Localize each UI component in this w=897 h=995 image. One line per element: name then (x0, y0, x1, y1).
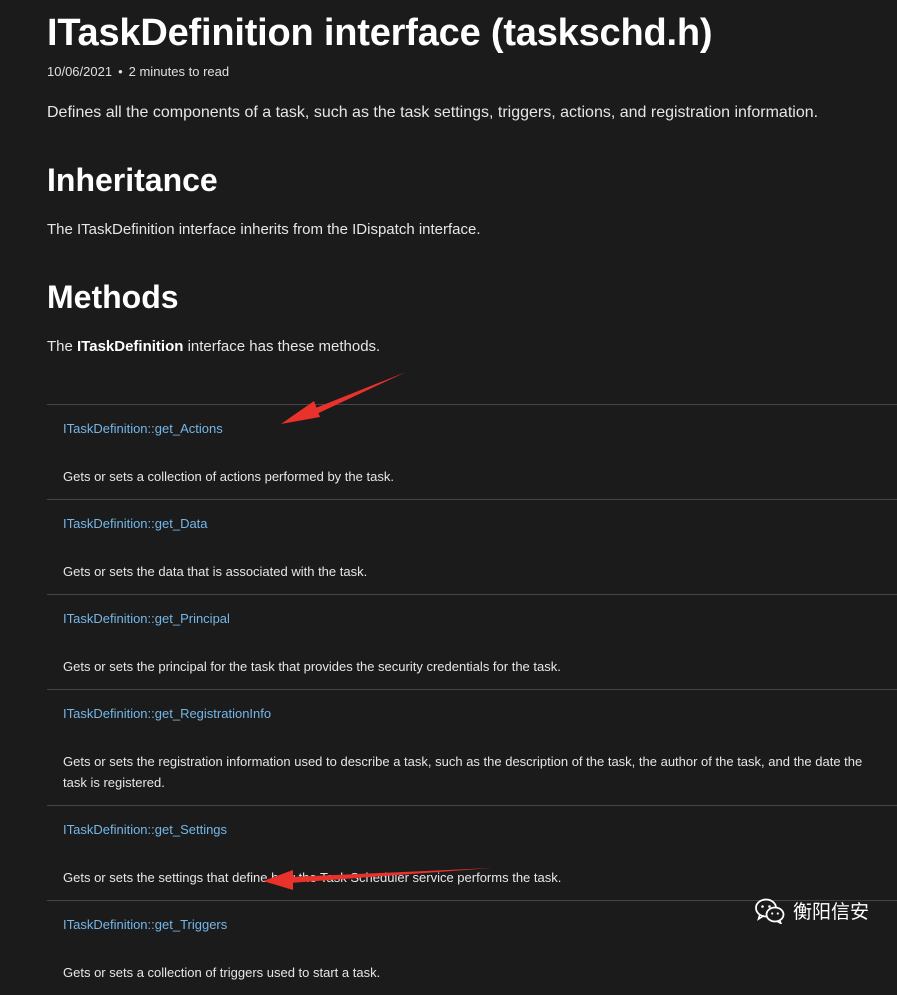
method-cell: ITaskDefinition::get_Data Gets or sets t… (47, 500, 897, 595)
inheritance-heading: Inheritance (47, 162, 218, 199)
method-description: Gets or sets the principal for the task … (63, 656, 881, 677)
method-cell: ITaskDefinition::get_Principal Gets or s… (47, 595, 897, 690)
doc-meta: 10/06/2021 • 2 minutes to read (47, 64, 229, 79)
table-row: ITaskDefinition::get_Actions Gets or set… (47, 405, 897, 500)
method-link-get-data[interactable]: ITaskDefinition::get_Data (63, 516, 881, 531)
method-description: Gets or sets a collection of actions per… (63, 466, 881, 487)
read-time: 2 minutes to read (129, 64, 229, 79)
watermark-text: 衡阳信安 (793, 897, 869, 924)
wechat-icon (755, 898, 785, 924)
method-description: Gets or sets the registration informatio… (63, 751, 881, 793)
page-title: ITaskDefinition interface (taskschd.h) (47, 12, 712, 55)
method-description: Gets or sets a collection of triggers us… (63, 962, 881, 983)
methods-heading: Methods (47, 279, 179, 316)
methods-intro-prefix: The (47, 338, 77, 355)
meta-separator: • (118, 64, 123, 79)
inheritance-text: The ITaskDefinition interface inherits f… (47, 221, 481, 238)
method-description: Gets or sets the data that is associated… (63, 561, 881, 582)
method-cell: ITaskDefinition::get_Settings Gets or se… (47, 806, 897, 901)
table-row: ITaskDefinition::get_Data Gets or sets t… (47, 500, 897, 595)
method-link-get-settings[interactable]: ITaskDefinition::get_Settings (63, 822, 881, 837)
watermark: 衡阳信安 (755, 897, 869, 924)
method-cell: ITaskDefinition::get_RegistrationInfo Ge… (47, 690, 897, 806)
methods-intro: The ITaskDefinition interface has these … (47, 338, 380, 355)
method-cell: ITaskDefinition::get_Actions Gets or set… (47, 405, 897, 500)
doc-description: Defines all the components of a task, su… (47, 104, 818, 122)
table-row: ITaskDefinition::get_RegistrationInfo Ge… (47, 690, 897, 806)
doc-date: 10/06/2021 (47, 64, 112, 79)
methods-intro-interface: ITaskDefinition (77, 338, 183, 355)
method-link-get-actions[interactable]: ITaskDefinition::get_Actions (63, 421, 881, 436)
method-description: Gets or sets the settings that define ho… (63, 867, 881, 888)
methods-intro-suffix: interface has these methods. (183, 338, 380, 355)
method-link-get-registrationinfo[interactable]: ITaskDefinition::get_RegistrationInfo (63, 706, 881, 721)
table-row: ITaskDefinition::get_Settings Gets or se… (47, 806, 897, 901)
method-link-get-principal[interactable]: ITaskDefinition::get_Principal (63, 611, 881, 626)
table-row: ITaskDefinition::get_Principal Gets or s… (47, 595, 897, 690)
